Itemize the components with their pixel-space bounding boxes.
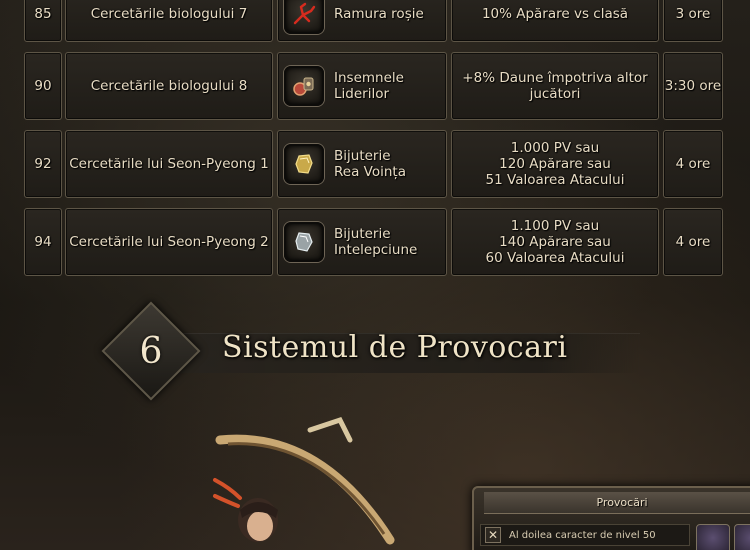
silver-jewel-icon bbox=[284, 222, 324, 262]
level-cell: 94 bbox=[24, 208, 62, 276]
quest-name-cell: Cercetările biologului 7 bbox=[65, 0, 273, 42]
table-row: 85 Cercetările biologului 7 Ramura roșie… bbox=[0, 0, 750, 42]
effect-line: 140 Apărare sau bbox=[499, 234, 611, 250]
table-row: 90 Cercetările biologului 8 Insemnele Li… bbox=[0, 52, 750, 120]
effect-line: 60 Valoarea Atacului bbox=[485, 250, 625, 266]
reward-item-cell: Ramura roșie bbox=[277, 0, 447, 42]
item-label-line: Bijuterie bbox=[334, 148, 391, 164]
table-row: 94 Cercetările lui Seon-Pyeong 2 Bijuter… bbox=[0, 208, 750, 276]
level-cell: 92 bbox=[24, 130, 62, 198]
level-cell: 90 bbox=[24, 52, 62, 120]
section-title: Sistemul de Provocari bbox=[222, 330, 568, 365]
effect-cell: 1.100 PV sau 140 Apărare sau 60 Valoarea… bbox=[451, 208, 659, 276]
character-artwork bbox=[213, 416, 395, 545]
item-label-line: Rea Voința bbox=[334, 164, 406, 180]
effect-line: 1.000 PV sau bbox=[510, 140, 600, 156]
level-cell: 85 bbox=[24, 0, 62, 42]
effect-cell: 10% Apărare vs clasă bbox=[451, 0, 659, 42]
quest-name-cell: Cercetările lui Seon-Pyeong 1 bbox=[65, 130, 273, 198]
challenge-entry-label: Al doilea caracter de nivel 50 bbox=[509, 529, 656, 541]
duration-cell: 3:30 ore bbox=[663, 52, 723, 120]
reward-slot[interactable] bbox=[734, 524, 750, 550]
quest-name-cell: Cercetările lui Seon-Pyeong 2 bbox=[65, 208, 273, 276]
duration-cell: 3 ore bbox=[663, 0, 723, 42]
item-label-line: Ramura roșie bbox=[334, 6, 424, 22]
challenge-entry[interactable]: ✕ Al doilea caracter de nivel 50 bbox=[480, 524, 690, 546]
quest-name-cell: Cercetările biologului 8 bbox=[65, 52, 273, 120]
item-label-line: Liderilor bbox=[334, 86, 390, 102]
effect-line: 10% Apărare vs clasă bbox=[481, 6, 629, 22]
effect-line: jucători bbox=[529, 86, 581, 102]
reward-item-cell: Bijuterie Intelepciune bbox=[277, 208, 447, 276]
effect-line: 120 Apărare sau bbox=[499, 156, 611, 172]
challenges-window-title: Provocări bbox=[484, 492, 750, 514]
item-label-line: Insemnele bbox=[334, 70, 404, 86]
leader-insignia-icon bbox=[284, 66, 324, 106]
item-label-line: Intelepciune bbox=[334, 242, 418, 258]
effect-line: 1.100 PV sau bbox=[510, 218, 600, 234]
item-label-line: Bijuterie bbox=[334, 226, 391, 242]
effect-cell: 1.000 PV sau 120 Apărare sau 51 Valoarea… bbox=[451, 130, 659, 198]
reward-item-cell: Insemnele Liderilor bbox=[277, 52, 447, 120]
challenges-window: Provocări ✕ Al doilea caracter de nivel … bbox=[472, 486, 750, 550]
gold-jewel-icon bbox=[284, 144, 324, 184]
section-number: 6 bbox=[139, 330, 163, 372]
reward-slot[interactable] bbox=[696, 524, 730, 550]
red-branch-icon bbox=[284, 0, 324, 34]
challenge-checkbox[interactable]: ✕ bbox=[485, 527, 501, 543]
effect-line: +8% Daune împotriva altor bbox=[462, 70, 648, 86]
duration-cell: 4 ore bbox=[663, 130, 723, 198]
duration-cell: 4 ore bbox=[663, 208, 723, 276]
table-row: 92 Cercetările lui Seon-Pyeong 1 Bijuter… bbox=[0, 130, 750, 198]
effect-line: 51 Valoarea Atacului bbox=[485, 172, 625, 188]
reward-item-cell: Bijuterie Rea Voința bbox=[277, 130, 447, 198]
effect-cell: +8% Daune împotriva altor jucători bbox=[451, 52, 659, 120]
